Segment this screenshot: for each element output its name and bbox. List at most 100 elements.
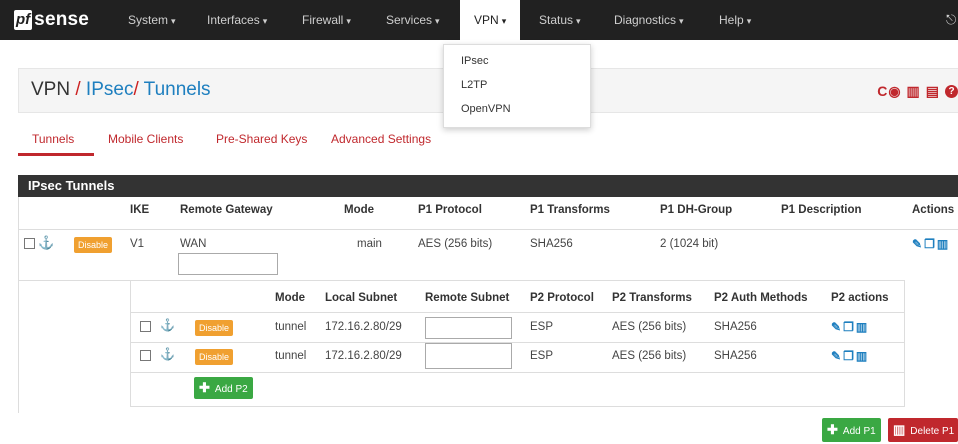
breadcrumb-ipsec[interactable]: IPsec <box>86 79 134 100</box>
p2-header-divider <box>131 312 904 313</box>
col-actions: Actions <box>912 204 955 216</box>
p1-row-checkbox[interactable] <box>24 238 35 249</box>
p2-auth-methods: SHA256 <box>714 350 757 362</box>
edit-icon[interactable]: ✎ <box>831 321 841 333</box>
anchor-icon[interactable]: ⚓ <box>160 318 175 332</box>
logo-sense: sense <box>34 9 90 30</box>
tab-advanced-settings[interactable]: Advanced Settings <box>331 132 431 146</box>
logout-icon[interactable]: ⎋ <box>946 12 958 28</box>
logo-pf: pf <box>14 10 33 30</box>
tab-mobile-clients[interactable]: Mobile Clients <box>108 132 183 146</box>
p1-remote-gateway: WAN <box>180 238 207 250</box>
anchor-icon[interactable]: ⚓ <box>38 235 54 251</box>
nav-system-label: System <box>128 13 169 27</box>
nav-diagnostics-label: Diagnostics <box>614 13 677 27</box>
p1-dh-group: 2 (1024 bit) <box>660 238 719 250</box>
tab-pre-shared-keys[interactable]: Pre-Shared Keys <box>216 132 307 146</box>
section-title: IPsec Tunnels <box>18 175 958 197</box>
col-p1-description: P1 Description <box>781 204 862 216</box>
trash-icon[interactable]: ▥ <box>856 350 867 362</box>
add-p1-button[interactable]: ✚ Add P1 <box>822 418 881 442</box>
chevron-down-icon: ▾ <box>435 16 440 26</box>
chevron-down-icon: ▾ <box>501 16 507 26</box>
row-divider <box>131 342 904 343</box>
chevron-down-icon: ▾ <box>576 16 581 26</box>
plus-icon: ✚ <box>199 380 210 395</box>
disable-badge[interactable]: Disable <box>74 237 113 253</box>
nav-services-label: Services <box>386 13 433 27</box>
trash-icon: ▥ <box>893 422 906 437</box>
nav-help-label: Help <box>719 13 744 27</box>
trash-icon[interactable]: ▥ <box>856 321 867 333</box>
tab-bar: Tunnels Mobile Clients Pre-Shared Keys A… <box>18 128 958 160</box>
p2-transforms: AES (256 bits) <box>612 321 687 333</box>
disable-badge[interactable]: Disable <box>195 320 234 336</box>
nav-help[interactable]: Help ▾ <box>719 0 751 40</box>
chevron-down-icon: ▾ <box>746 16 752 26</box>
p2-mode: tunnel <box>275 350 307 362</box>
p1-ike: V1 <box>130 238 145 250</box>
menu-item-openvpn[interactable]: OpenVPN <box>444 97 590 121</box>
col-mode: Mode <box>344 204 375 216</box>
p2-row-checkbox[interactable] <box>140 321 151 332</box>
chart-icon[interactable]: ▥ <box>907 83 920 99</box>
edit-icon[interactable]: ✎ <box>912 238 922 250</box>
menu-item-ipsec[interactable]: IPsec <box>444 49 590 73</box>
nav-firewall-label: Firewall <box>302 13 344 27</box>
nav-services[interactable]: Services ▾ <box>386 0 440 40</box>
reload-icon[interactable]: C <box>877 83 887 99</box>
edit-icon[interactable]: ✎ <box>831 350 841 362</box>
pfsense-logo[interactable]: pf sense <box>14 8 89 32</box>
log-icon[interactable]: ▤ <box>926 83 939 99</box>
add-p1-label: Add P1 <box>842 426 876 437</box>
breadcrumb-tunnels[interactable]: Tunnels <box>144 79 211 100</box>
nav-vpn-label: VPN <box>474 13 499 27</box>
anchor-icon[interactable]: ⚓ <box>160 347 175 361</box>
p1-mode: main <box>357 238 382 250</box>
chevron-down-icon: ▾ <box>679 16 684 26</box>
copy-icon[interactable]: ❐ <box>924 238 935 250</box>
p2-mode: tunnel <box>275 321 307 333</box>
row-divider <box>18 280 130 281</box>
nav-interfaces-label: Interfaces <box>207 13 260 27</box>
menu-item-l2tp[interactable]: L2TP <box>444 73 590 97</box>
breadcrumb: VPN / IPsec/ Tunnels <box>31 79 211 101</box>
remote-subnet-redacted <box>425 343 512 369</box>
p2-row-checkbox[interactable] <box>140 350 151 361</box>
remote-subnet-redacted <box>425 317 512 339</box>
col-p1-dh-group: P1 DH-Group <box>660 204 733 216</box>
p2-actions: ✎ ❐ ▥ <box>831 321 867 333</box>
status-icon[interactable]: ◉ <box>888 83 900 99</box>
copy-icon[interactable]: ❐ <box>843 350 854 362</box>
nav-system[interactable]: System ▾ <box>128 0 176 40</box>
row-divider <box>131 372 904 373</box>
chevron-down-icon: ▾ <box>262 16 268 26</box>
col-remote-gateway: Remote Gateway <box>180 204 273 216</box>
copy-icon[interactable]: ❐ <box>843 321 854 333</box>
breadcrumb-separator: / <box>70 79 86 100</box>
chevron-down-icon: ▾ <box>171 16 176 26</box>
nav-interfaces[interactable]: Interfaces ▾ <box>207 0 267 40</box>
active-tab-indicator <box>18 153 94 156</box>
help-icon[interactable]: ? <box>945 84 958 98</box>
p1-transforms: SHA256 <box>530 238 573 250</box>
p2-auth-methods: SHA256 <box>714 321 757 333</box>
trash-icon[interactable]: ▥ <box>937 238 948 250</box>
breadcrumb-separator: / <box>133 79 144 100</box>
tab-tunnels[interactable]: Tunnels <box>32 132 74 146</box>
nav-firewall[interactable]: Firewall ▾ <box>302 0 351 40</box>
plus-icon: ✚ <box>827 422 838 437</box>
nav-vpn[interactable]: VPN ▾ <box>460 0 521 40</box>
nav-diagnostics[interactable]: Diagnostics ▾ <box>614 0 684 40</box>
p1-actions: ✎ ❐ ▥ <box>912 238 948 250</box>
add-p2-label: Add P2 <box>214 384 248 395</box>
disable-badge[interactable]: Disable <box>195 349 234 365</box>
nav-status-label: Status <box>539 13 574 27</box>
p2-actions: ✎ ❐ ▥ <box>831 350 867 362</box>
add-p2-button[interactable]: ✚ Add P2 <box>194 377 253 399</box>
col-p2-transforms: P2 Transforms <box>612 292 692 304</box>
header-icon-bar: C ◉ ▥ ▤ ? <box>877 83 958 99</box>
delete-p1-button[interactable]: ▥ Delete P1 <box>888 418 958 442</box>
p1-protocol: AES (256 bits) <box>418 238 493 250</box>
nav-status[interactable]: Status ▾ <box>539 0 581 40</box>
